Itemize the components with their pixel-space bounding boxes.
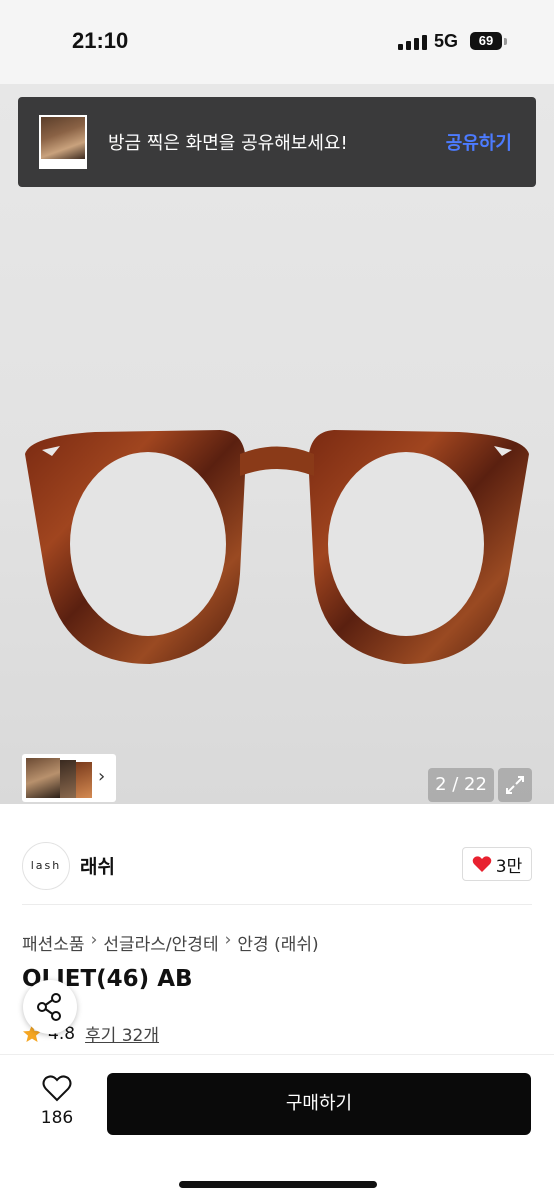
shop-like-count: 3만 <box>495 856 523 877</box>
heart-icon <box>472 856 492 872</box>
share-button[interactable] <box>23 980 77 1034</box>
battery-tip <box>504 38 507 45</box>
chevron-right-icon: › <box>224 930 232 950</box>
chevron-right-icon: › <box>98 766 106 787</box>
breadcrumb: 패션소품 › 선글라스/안경테 › 안경 (래쉬) <box>22 930 319 955</box>
clock: 21:10 <box>72 28 129 53</box>
image-counter: 2 / 22 <box>428 768 494 802</box>
home-indicator <box>179 1181 377 1188</box>
expand-icon <box>506 776 524 794</box>
shop-name[interactable]: 래쉬 <box>80 852 115 879</box>
expand-button[interactable] <box>498 768 532 802</box>
breadcrumb-item[interactable]: 패션소품 <box>22 930 85 955</box>
share-action-button[interactable]: 공유하기 <box>446 129 512 155</box>
chevron-right-icon: › <box>90 930 98 950</box>
shop-like-button[interactable]: 3만 <box>462 847 532 881</box>
breadcrumb-item[interactable]: 안경 (래쉬) <box>237 930 318 955</box>
reviews-link[interactable]: 후기 32개 <box>85 1021 159 1046</box>
screenshot-thumbnail <box>39 115 87 169</box>
glasses-photo <box>25 430 529 664</box>
thumbnail-strip[interactable]: › <box>22 754 116 802</box>
thumbnail[interactable] <box>60 760 76 798</box>
share-icon <box>37 993 61 1021</box>
buy-button[interactable]: 구매하기 <box>107 1073 531 1135</box>
signal-icon <box>398 34 427 50</box>
wishlist-button[interactable]: 186 <box>30 1074 84 1128</box>
share-toast: 방금 찍은 화면을 공유해보세요! 공유하기 <box>18 97 536 187</box>
breadcrumb-item[interactable]: 선글라스/안경테 <box>103 930 218 955</box>
network-label: 5G <box>434 31 459 51</box>
thumbnail[interactable] <box>76 762 92 798</box>
divider <box>22 904 532 905</box>
thumbnail[interactable] <box>26 758 60 798</box>
status-bar: 21:10 5G 69 <box>0 0 554 84</box>
wishlist-count: 186 <box>40 1108 74 1128</box>
heart-outline-icon <box>42 1075 72 1102</box>
shop-logo[interactable]: lash <box>22 842 70 890</box>
product-image[interactable] <box>0 84 554 804</box>
toast-message: 방금 찍은 화면을 공유해보세요! <box>108 133 348 154</box>
battery-icon: 69 <box>470 32 502 50</box>
